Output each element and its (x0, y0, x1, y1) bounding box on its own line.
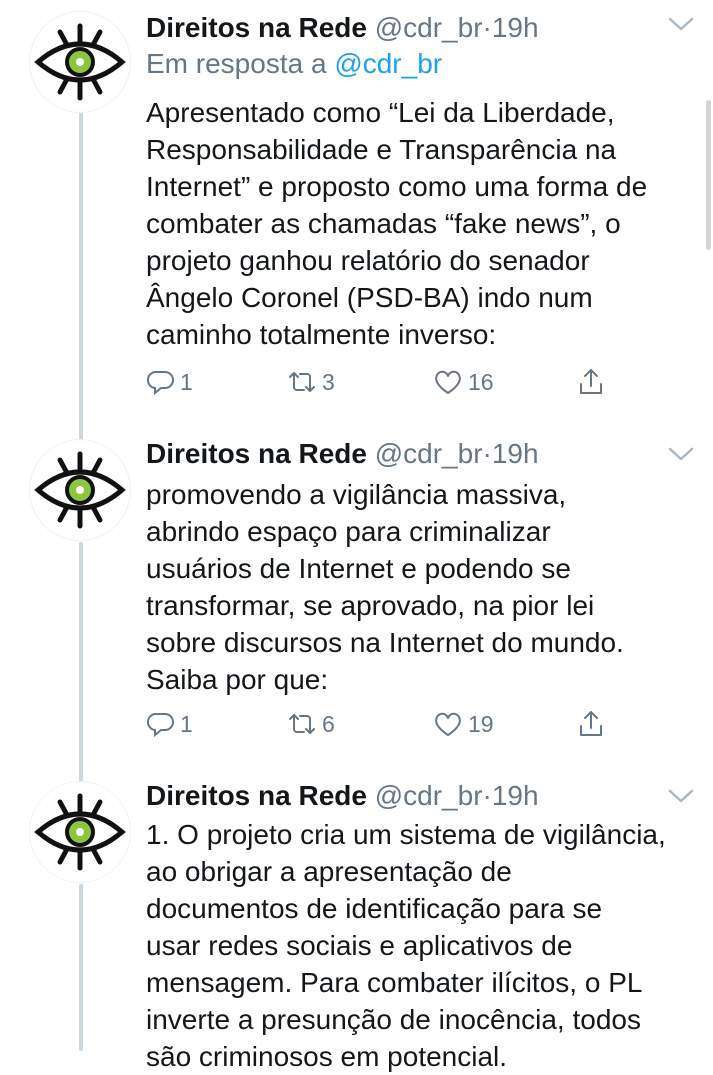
retweet-icon (289, 714, 315, 734)
text-line: combater as chamadas “fake news”, o (146, 208, 621, 239)
text-line: 1. O projeto cria um sistema de vigilânc… (146, 819, 666, 850)
reply-count: 1 (180, 368, 193, 395)
text-line: Saiba por que: (146, 664, 329, 695)
timestamp[interactable]: 19h (492, 12, 539, 43)
retweet-count: 6 (322, 710, 335, 737)
text-line: usar redes sociais e aplicativos de (146, 930, 573, 961)
tweet-text: Apresentado como “Lei da Liberdade, Resp… (146, 94, 706, 353)
text-line: Internet” e proposto como uma forma de (146, 171, 648, 202)
like-button[interactable]: 19 (432, 704, 494, 744)
text-line: caminho totalmente inverso: (146, 319, 497, 350)
retweet-count: 3 (322, 368, 335, 395)
author-name[interactable]: Direitos na Rede (146, 12, 367, 43)
avatar[interactable] (30, 440, 130, 540)
tweet-actions: 1 6 19 (146, 704, 626, 744)
eye-logo-icon (34, 23, 126, 101)
like-count: 16 (468, 368, 494, 395)
timestamp[interactable]: 19h (492, 780, 539, 811)
tweet[interactable]: Direitos na Rede @cdr_br·19h Em resposta… (0, 0, 713, 430)
text-line: inverte a presunção de inocência, todos (146, 1004, 641, 1035)
author-name[interactable]: Direitos na Rede (146, 780, 367, 811)
eye-logo-icon (34, 793, 126, 871)
eye-logo-icon (34, 451, 126, 529)
text-line: usuários de Internet e podendo se (146, 553, 571, 584)
text-line: sobre discursos na Internet do mundo. (146, 627, 624, 658)
reply-prefix: Em resposta a (146, 48, 327, 79)
tweet-header: Direitos na Rede @cdr_br·19h (146, 432, 539, 476)
tweet[interactable]: Direitos na Rede @cdr_br·19h 1. O projet… (0, 774, 713, 1072)
author-handle[interactable]: @cdr_br (375, 438, 483, 469)
share-icon (580, 369, 602, 394)
author-handle[interactable]: @cdr_br (375, 780, 483, 811)
separator: · (482, 12, 492, 43)
like-button[interactable]: 16 (432, 362, 494, 402)
text-line: abrindo espaço para criminalizar (146, 516, 551, 547)
reply-button[interactable]: 1 (146, 362, 193, 402)
author-handle[interactable]: @cdr_br (375, 12, 483, 43)
text-line: Ângelo Coronel (PSD-BA) indo num (146, 282, 593, 313)
text-line: são criminosos em potencial. (146, 1041, 508, 1072)
separator: · (482, 438, 492, 469)
text-line: documentos de identificação para se (146, 893, 603, 924)
avatar[interactable] (30, 782, 130, 882)
like-count: 19 (468, 710, 494, 737)
tweet-text: 1. O projeto cria um sistema de vigilânc… (146, 816, 706, 1075)
reply-icon (146, 370, 174, 396)
reply-button[interactable]: 1 (146, 704, 193, 744)
reply-mention[interactable]: @cdr_br (334, 48, 442, 79)
text-line: mensagem. Para combater ilícitos, o PL (146, 967, 643, 998)
heart-icon (435, 712, 461, 736)
text-line: Apresentado como “Lei da Liberdade, (146, 97, 615, 128)
tweet-header: Direitos na Rede @cdr_br·19h (146, 774, 539, 818)
text-line: Responsabilidade e Transparência na (146, 134, 617, 165)
separator: · (482, 780, 492, 811)
share-button[interactable] (576, 704, 606, 744)
reply-icon (146, 712, 174, 738)
chevron-down-icon[interactable] (664, 442, 698, 466)
reply-context: Em resposta a @cdr_br (146, 42, 442, 86)
timestamp[interactable]: 19h (492, 438, 539, 469)
share-icon (580, 711, 602, 736)
reply-count: 1 (180, 710, 193, 737)
tweet-actions: 1 3 16 (146, 362, 626, 402)
retweet-icon (289, 372, 315, 392)
retweet-button[interactable]: 3 (286, 362, 335, 402)
author-name[interactable]: Direitos na Rede (146, 438, 367, 469)
share-button[interactable] (576, 362, 606, 402)
text-line: ao obrigar a apresentação de (146, 856, 512, 887)
text-line: projeto ganhou relatório do senador (146, 245, 590, 276)
tweet-text: promovendo a vigilância massiva, abrindo… (146, 476, 706, 698)
text-line: transformar, se aprovado, na pior lei (146, 590, 595, 621)
text-line: promovendo a vigilância massiva, (146, 479, 567, 510)
retweet-button[interactable]: 6 (286, 704, 335, 744)
avatar[interactable] (30, 12, 130, 112)
heart-icon (435, 370, 461, 394)
tweet[interactable]: Direitos na Rede @cdr_br·19h promovendo … (0, 432, 713, 772)
chevron-down-icon[interactable] (664, 12, 698, 36)
chevron-down-icon[interactable] (664, 784, 698, 808)
